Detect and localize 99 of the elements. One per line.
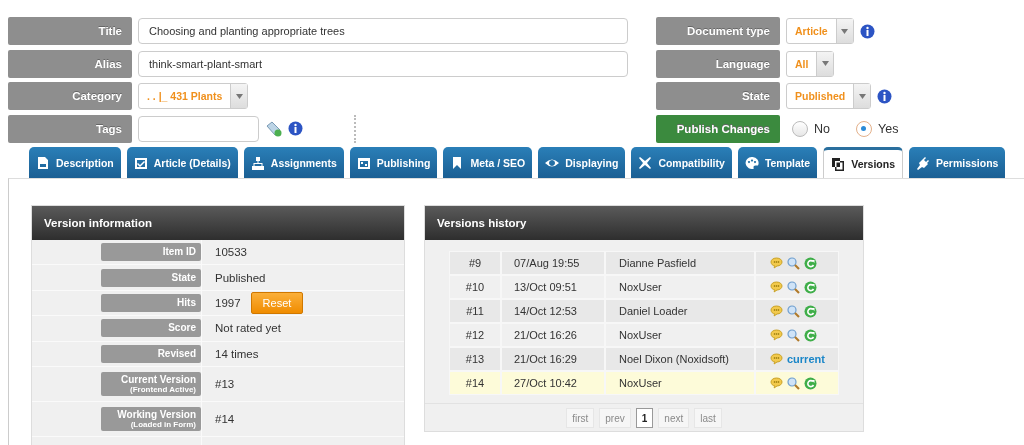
label-text: Revised <box>101 344 201 363</box>
version-row[interactable]: #11 14/Oct 12:53 Daniel Loader <box>449 299 839 323</box>
page-button[interactable]: 1 <box>635 408 654 428</box>
cross-icon <box>638 155 653 170</box>
comment-icon[interactable] <box>770 329 783 341</box>
panel-header: Versions history <box>425 206 863 240</box>
table-cell: 27/Oct 10:42 <box>501 371 605 395</box>
table-cell: #11 <box>449 299 501 323</box>
text-field[interactable]: think-smart-plant-smart <box>138 50 628 77</box>
comment-icon[interactable] <box>770 281 783 293</box>
info-value: #14 <box>215 412 235 425</box>
caret-icon <box>858 93 866 99</box>
info-icon[interactable] <box>859 23 875 39</box>
search-icon[interactable] <box>787 328 800 342</box>
table-cell: 21/Oct 16:29 <box>501 347 605 371</box>
table-cell: #13 <box>449 347 501 371</box>
tag-add-icon[interactable] <box>265 120 282 138</box>
field-label: Publish Changes <box>656 114 780 143</box>
version-row[interactable]: #13 21/Oct 16:29 Noel Dixon (Noxidsoft) current <box>449 347 839 371</box>
table-cell: Daniel Loader <box>605 299 755 323</box>
text-field[interactable]: Choosing and planting appropriate trees <box>138 18 628 45</box>
field-label: Title <box>8 17 132 46</box>
table-cell: #12 <box>449 323 501 347</box>
label-note: (Loaded in Form) <box>101 419 201 431</box>
label-note: (Frontend Active) <box>101 384 201 396</box>
info-value: Published <box>215 271 266 284</box>
info-icon[interactable] <box>288 121 303 137</box>
search-icon[interactable] <box>787 280 800 294</box>
info-value: #13 <box>215 377 235 390</box>
info-icon[interactable] <box>877 88 893 104</box>
table-cell: 21/Oct 16:26 <box>501 323 605 347</box>
table-cell: NoxUser <box>605 323 755 347</box>
tab[interactable]: Versions <box>823 147 903 178</box>
table-cell: 14/Oct 12:53 <box>501 299 605 323</box>
copy-icon <box>831 157 846 171</box>
label-text: Score <box>101 319 201 338</box>
caret-icon <box>821 61 829 67</box>
field-label: Language <box>656 49 780 78</box>
table-cell: #14 <box>449 371 501 395</box>
field-label: State <box>656 82 780 111</box>
version-row[interactable]: #10 13/Oct 09:51 NoxUser <box>449 275 839 299</box>
restore-icon[interactable] <box>804 376 817 390</box>
info-value: 10533 <box>215 246 247 259</box>
table-cell: NoxUser <box>605 275 755 299</box>
version-row[interactable]: #14 27/Oct 10:42 NoxUser <box>449 371 839 395</box>
tags-field[interactable] <box>138 115 259 142</box>
label-text: Working Version <box>101 406 201 420</box>
field-label: Category <box>8 82 132 111</box>
field-label: Alias <box>8 49 132 78</box>
radio-button[interactable] <box>792 120 808 137</box>
panel-header: Version information <box>32 206 404 240</box>
label-text: State <box>101 268 201 287</box>
table-cell: NoxUser <box>605 371 755 395</box>
comment-icon[interactable] <box>770 257 783 269</box>
tab[interactable]: Publishing <box>349 147 438 178</box>
info-value: 14 times <box>215 347 259 360</box>
label-text: Hits <box>101 293 201 312</box>
restore-icon[interactable] <box>804 256 817 270</box>
restore-icon[interactable] <box>804 304 817 318</box>
label-text: Current Version <box>101 371 201 385</box>
plug-icon <box>916 155 930 170</box>
tab[interactable]: Assignments <box>243 147 344 178</box>
comment-icon[interactable] <box>770 305 783 317</box>
radio-button[interactable] <box>856 120 872 137</box>
comment-icon[interactable] <box>770 353 783 365</box>
restore-icon[interactable] <box>804 280 817 294</box>
radio-label: Yes <box>878 121 899 136</box>
search-icon[interactable] <box>787 256 800 270</box>
caret-icon <box>841 28 849 34</box>
tab[interactable]: Article (Details) <box>126 147 238 178</box>
table-cell: 13/Oct 09:51 <box>501 275 605 299</box>
radio-label: No <box>814 121 830 136</box>
tab[interactable]: Meta / SEO <box>443 147 533 178</box>
calendar-icon <box>356 155 371 170</box>
version-row[interactable]: #12 21/Oct 16:26 NoxUser <box>449 323 839 347</box>
info-value: Not rated yet <box>215 322 281 335</box>
tab[interactable]: Template <box>737 147 818 178</box>
tab[interactable]: Description <box>29 147 121 178</box>
tab[interactable]: Compatibility <box>631 147 732 178</box>
palette-icon <box>744 155 759 170</box>
document-icon <box>36 155 50 170</box>
checklist-icon <box>133 155 148 170</box>
table-cell: Noel Dixon (Noxidsoft) <box>605 347 755 371</box>
tab[interactable]: Permissions <box>909 147 1006 178</box>
table-cell: 07/Aug 19:55 <box>501 251 605 275</box>
version-row[interactable]: #9 07/Aug 19:55 Dianne Pasfield <box>449 251 839 275</box>
label-text: Item ID <box>101 243 201 262</box>
info-value: 1997 <box>215 296 241 309</box>
table-cell: Dianne Pasfield <box>605 251 755 275</box>
caret-icon <box>235 93 243 99</box>
field-label: Document type <box>656 17 780 46</box>
tab[interactable]: Displaying <box>538 147 626 178</box>
table-cell: #9 <box>449 251 501 275</box>
restore-icon[interactable] <box>804 328 817 342</box>
search-icon[interactable] <box>787 304 800 318</box>
search-icon[interactable] <box>787 376 800 390</box>
comment-icon[interactable] <box>770 377 783 389</box>
table-cell: #10 <box>449 275 501 299</box>
field-label: Tags <box>8 114 132 143</box>
